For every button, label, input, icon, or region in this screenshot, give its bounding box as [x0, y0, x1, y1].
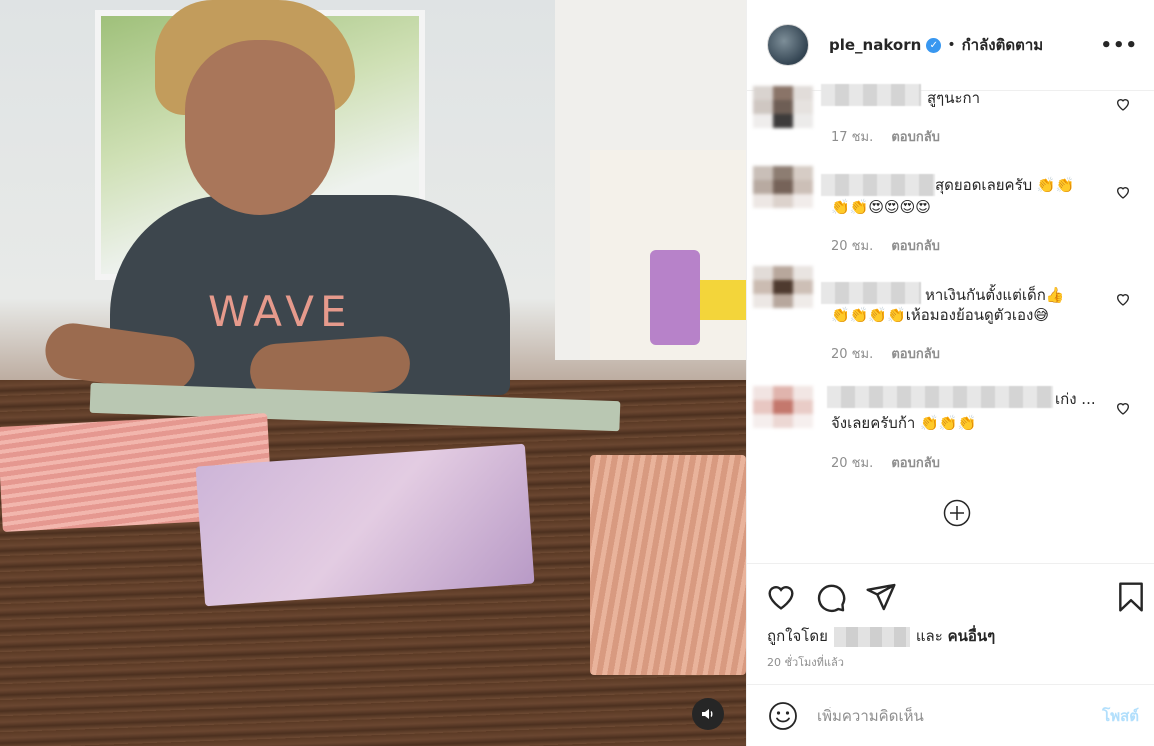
- liker-name[interactable]: [833, 626, 910, 647]
- share-icon[interactable]: [865, 581, 897, 613]
- comment-text: สูๆนะกา: [927, 89, 981, 107]
- comment-meta: 20 ชม. ตอบกลับ: [831, 343, 940, 364]
- banknotes-purple: [195, 443, 535, 607]
- post-media[interactable]: WAVE: [0, 0, 746, 746]
- comment-text: สุดยอดเลยครับ 👏👏: [935, 176, 1075, 194]
- background-toy: [650, 250, 700, 345]
- comment-time: 20 ชม.: [831, 239, 874, 254]
- likes-and: และ: [915, 627, 943, 645]
- comment-text-cont: จังเลยครับก้า 👏👏👏: [831, 414, 977, 432]
- commenter-name[interactable]: [821, 174, 935, 196]
- commenter-avatar[interactable]: [753, 86, 813, 128]
- header-separator: •: [947, 37, 956, 53]
- commenter-name[interactable]: [827, 386, 1053, 408]
- commenter-name[interactable]: [821, 84, 921, 106]
- more-options-icon[interactable]: •••: [1100, 35, 1138, 56]
- reply-button[interactable]: ตอบกลับ: [891, 239, 940, 254]
- heart-icon[interactable]: [1115, 96, 1131, 112]
- comment-text-cont: 👏👏👏👏เห้อมองย้อนดูตัวเอง😅: [831, 306, 1050, 324]
- comment-list[interactable]: สูๆนะกา 17 ชม. ตอบกลับ สุดยอดเลยครับ 👏👏 …: [747, 80, 1154, 560]
- following-button[interactable]: กำลังติดตาม: [962, 33, 1044, 57]
- post-button[interactable]: โพสต์: [1102, 704, 1139, 728]
- commenter-name[interactable]: [821, 282, 921, 304]
- commenter-avatar[interactable]: [753, 166, 813, 208]
- verified-badge-icon: ✓: [926, 37, 942, 53]
- bookmark-icon[interactable]: [1115, 581, 1147, 613]
- comment-text: เก่ง ...: [1055, 390, 1096, 408]
- reply-button[interactable]: ตอบกลับ: [891, 347, 940, 362]
- reply-button[interactable]: ตอบกลับ: [891, 130, 940, 145]
- post-header: ple_nakorn ✓ • กำลังติดตาม •••: [747, 0, 1154, 91]
- banknotes-orange: [590, 455, 746, 675]
- list-item: สูๆนะกา 17 ชม. ตอบกลับ: [747, 80, 1154, 160]
- comment-meta: 20 ชม. ตอบกลับ: [831, 452, 940, 473]
- commenter-avatar[interactable]: [753, 386, 813, 428]
- speaker-icon[interactable]: [692, 698, 724, 730]
- comment-icon[interactable]: [815, 581, 847, 613]
- list-item: เก่ง ... จังเลยครับก้า 👏👏👏 20 ชม. ตอบกลั…: [747, 378, 1154, 488]
- comment-text-cont: 👏👏😍😍😍😍: [831, 198, 931, 216]
- background-toy-yellow: [700, 280, 746, 320]
- comment-composer: โพสต์: [747, 684, 1154, 746]
- post-side-panel: ple_nakorn ✓ • กำลังติดตาม ••• สูๆนะกา 1…: [746, 0, 1154, 746]
- comment-input[interactable]: [817, 706, 1103, 725]
- commenter-avatar[interactable]: [753, 266, 813, 308]
- avatar[interactable]: [767, 24, 809, 66]
- likes-others-link[interactable]: คนอื่นๆ: [948, 627, 996, 645]
- comment-text: หาเงินกันตั้งแต่เด็ก👍: [925, 286, 1065, 304]
- post-timestamp[interactable]: 20 ชั่วโมงที่แล้ว: [767, 653, 844, 671]
- heart-icon[interactable]: [1115, 291, 1131, 307]
- reply-button[interactable]: ตอบกลับ: [891, 456, 940, 471]
- plus-circle-icon[interactable]: [943, 499, 971, 527]
- list-item: หาเงินกันตั้งแต่เด็ก👍 👏👏👏👏เห้อมองย้อนดูต…: [747, 266, 1154, 378]
- emoji-icon[interactable]: [767, 700, 799, 732]
- comment-time: 17 ชม.: [831, 130, 874, 145]
- heart-icon[interactable]: [1115, 184, 1131, 200]
- heart-icon[interactable]: [765, 581, 797, 613]
- comment-meta: 17 ชม. ตอบกลับ: [831, 126, 940, 147]
- comment-meta: 20 ชม. ตอบกลับ: [831, 235, 940, 256]
- likes-summary: ถูกใจโดย และ คนอื่นๆ: [767, 624, 995, 648]
- child-head: [185, 40, 335, 215]
- comment-time: 20 ชม.: [831, 456, 874, 471]
- shirt-print: WAVE: [208, 287, 353, 336]
- list-item: สุดยอดเลยครับ 👏👏 👏👏😍😍😍😍 20 ชม. ตอบกลับ: [747, 160, 1154, 268]
- username-link[interactable]: ple_nakorn: [829, 36, 921, 54]
- heart-icon[interactable]: [1115, 400, 1131, 416]
- likes-prefix: ถูกใจโดย: [767, 627, 828, 645]
- comment-time: 20 ชม.: [831, 347, 874, 362]
